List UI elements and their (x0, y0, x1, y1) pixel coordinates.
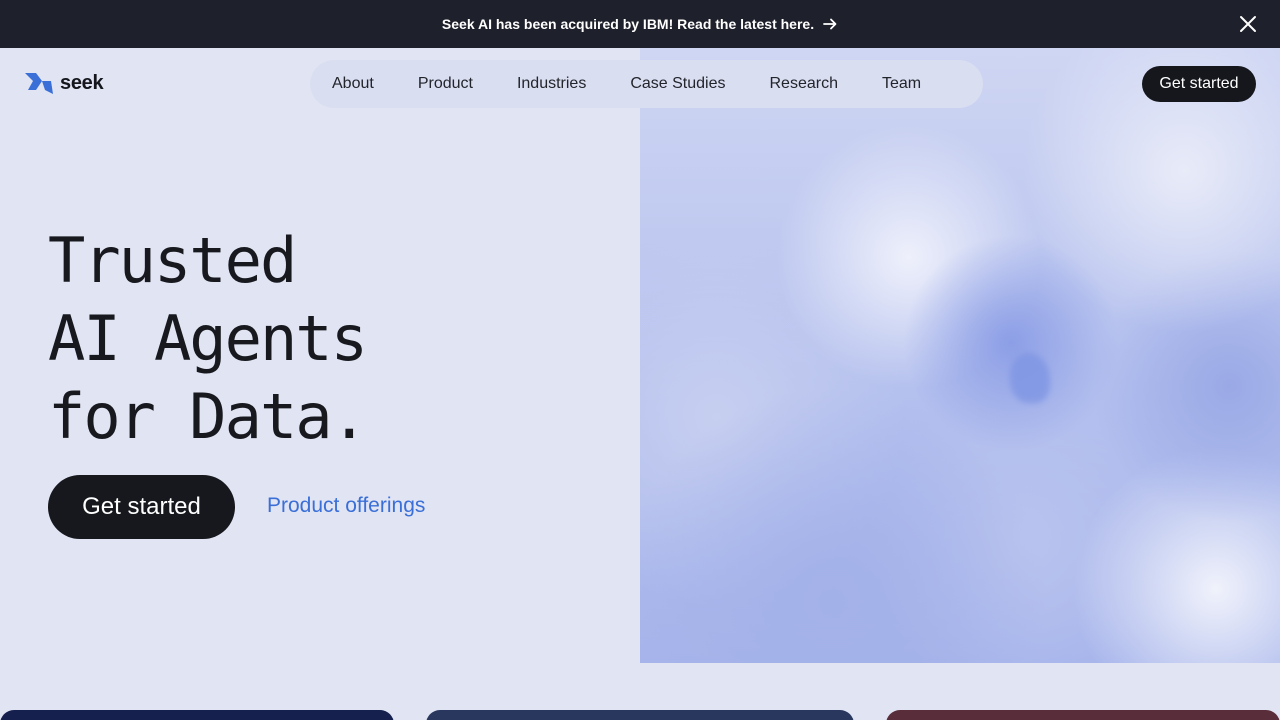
arrow-right-icon (823, 18, 837, 30)
hero-visual-blob (1010, 353, 1050, 403)
nav-item-about[interactable]: About (332, 75, 374, 93)
nav-item-product[interactable]: Product (418, 75, 473, 93)
feature-card[interactable] (886, 710, 1280, 720)
product-offerings-link[interactable]: Product offerings (267, 494, 425, 518)
logo-text: seek (60, 71, 104, 94)
feature-card[interactable] (0, 710, 394, 720)
nav-item-case-studies[interactable]: Case Studies (630, 75, 725, 93)
feature-card[interactable] (426, 710, 854, 720)
hero-get-started-button[interactable]: Get started (48, 475, 235, 539)
header-get-started-button[interactable]: Get started (1142, 66, 1256, 102)
hero-title: Trusted AI Agents for Data. (48, 222, 368, 456)
announcement-link[interactable]: Seek AI has been acquired by IBM! Read t… (442, 16, 838, 32)
main-nav: About Product Industries Case Studies Re… (310, 60, 983, 108)
hero-title-line: for Data. (48, 380, 368, 453)
nav-item-team[interactable]: Team (882, 75, 921, 93)
announcement-text: Seek AI has been acquired by IBM! Read t… (441, 16, 815, 32)
hero-title-line: Trusted (48, 224, 297, 297)
nav-item-research[interactable]: Research (770, 75, 838, 93)
logo[interactable]: seek (24, 70, 104, 96)
close-icon[interactable] (1238, 14, 1258, 34)
hero-visual (640, 48, 1280, 663)
nav-item-industries[interactable]: Industries (517, 75, 586, 93)
hero-title-line: AI Agents (48, 302, 368, 375)
seek-logo-icon (25, 73, 53, 94)
announcement-bar: Seek AI has been acquired by IBM! Read t… (0, 0, 1280, 48)
